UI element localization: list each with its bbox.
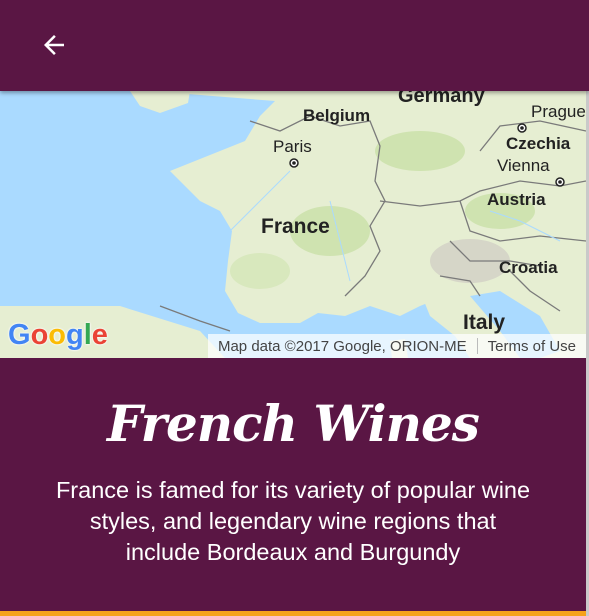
map-label-vienna: Vienna: [497, 156, 550, 175]
back-button[interactable]: [30, 25, 78, 65]
map-label-prague: Prague: [531, 102, 586, 121]
accent-bar: [0, 611, 586, 616]
description: France is famed for its variety of popul…: [55, 477, 531, 565]
arrow-left-icon: [44, 35, 64, 55]
attribution-divider: [476, 338, 478, 354]
map-label-austria: Austria: [487, 190, 546, 209]
map-label-czechia: Czechia: [506, 134, 571, 153]
app-bar: [0, 0, 589, 91]
info-panel: French Wines France is famed for its var…: [0, 358, 586, 611]
map-label-croatia: Croatia: [499, 258, 558, 277]
attribution-text: Map data ©2017 Google, ORION-ME: [217, 337, 467, 355]
page-title: French Wines: [107, 394, 480, 453]
map-attribution: Map data ©2017 Google, ORION-ME Terms of…: [207, 334, 586, 358]
map-label-paris: Paris: [273, 137, 312, 156]
map-label-france: France: [261, 215, 330, 238]
map-label-italy: Italy: [463, 311, 506, 334]
terms-link[interactable]: Terms of Use: [488, 338, 576, 355]
map-label-germany: Germany: [398, 91, 485, 107]
map-label-belgium: Belgium: [303, 106, 371, 125]
map-view[interactable]: Germany Belgium Prague Czechia Paris Vie…: [0, 91, 586, 358]
google-logo[interactable]: Google: [8, 319, 108, 352]
